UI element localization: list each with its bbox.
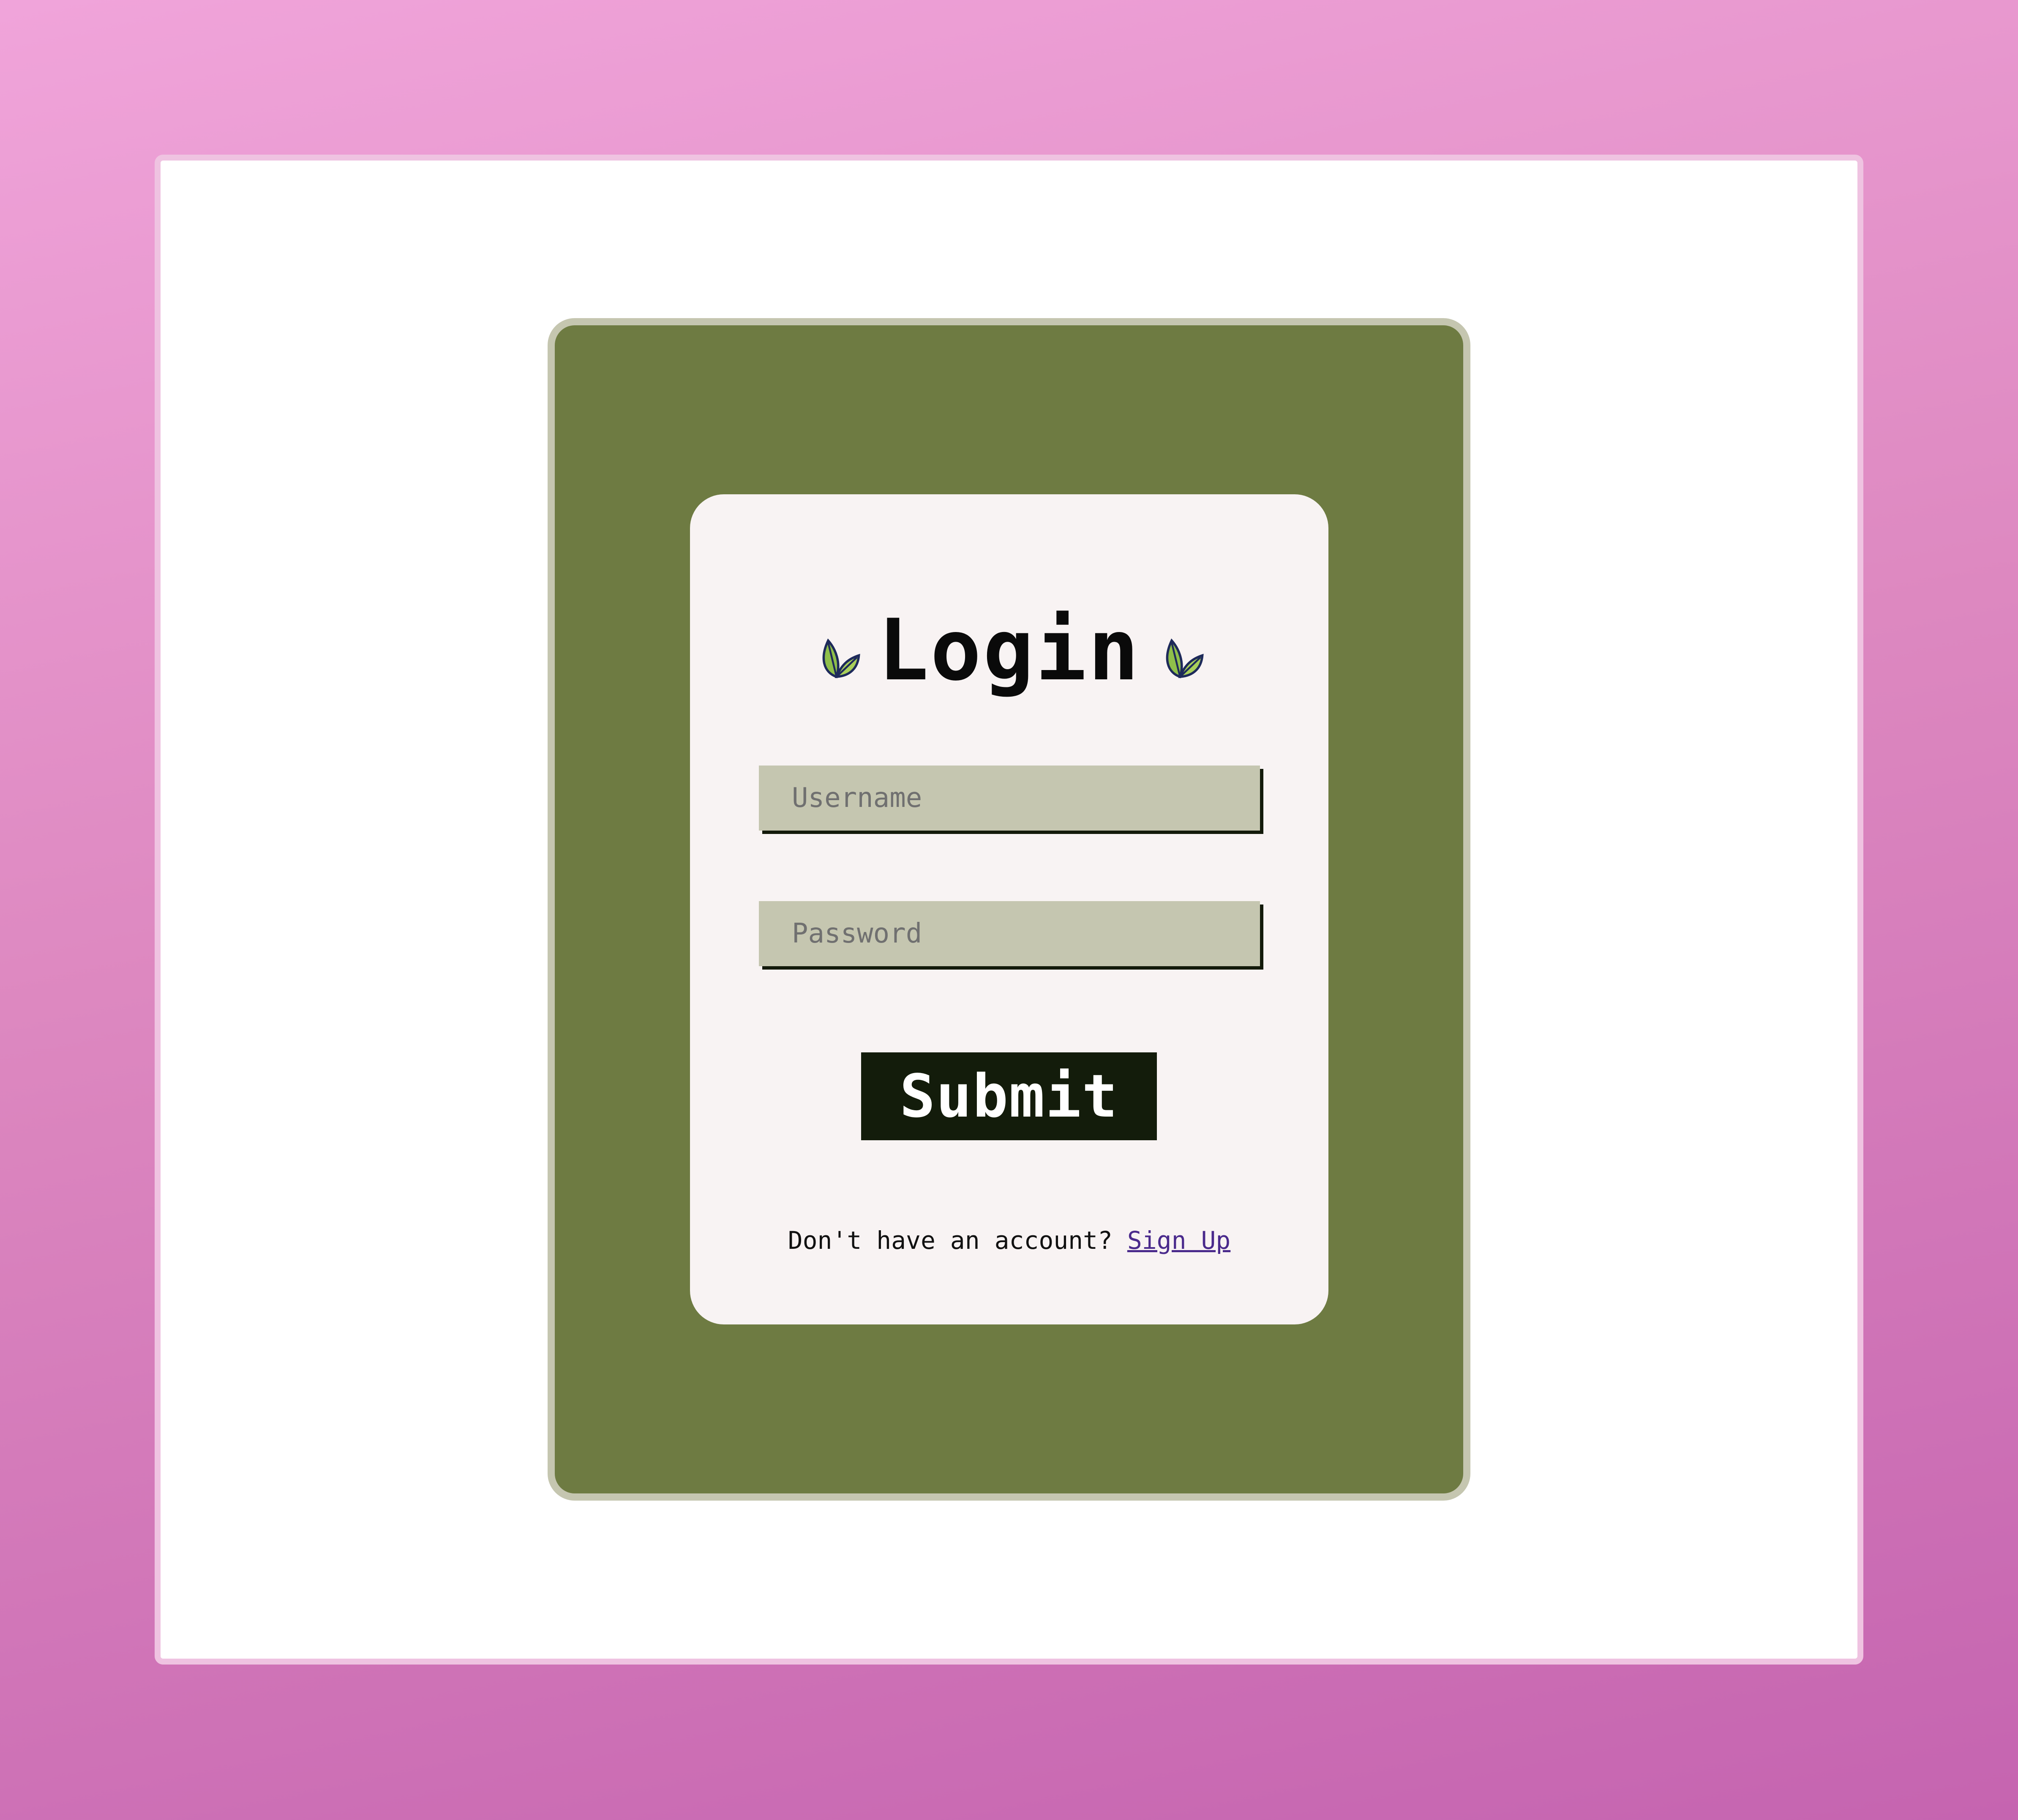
username-field-wrapper (759, 766, 1260, 831)
submit-button[interactable]: Submit (861, 1052, 1157, 1140)
leaf-icon (1166, 638, 1204, 678)
password-input[interactable] (759, 901, 1260, 966)
password-field-wrapper (759, 901, 1260, 966)
username-input[interactable] (759, 766, 1260, 831)
login-header: Login (690, 604, 1328, 697)
leaf-icon (823, 638, 861, 678)
login-title: Login (878, 601, 1141, 700)
signup-prompt: Don't have an account? Sign Up (690, 1223, 1328, 1257)
signup-link[interactable]: Sign Up (1127, 1226, 1230, 1255)
signup-prompt-text: Don't have an account? (788, 1226, 1113, 1255)
